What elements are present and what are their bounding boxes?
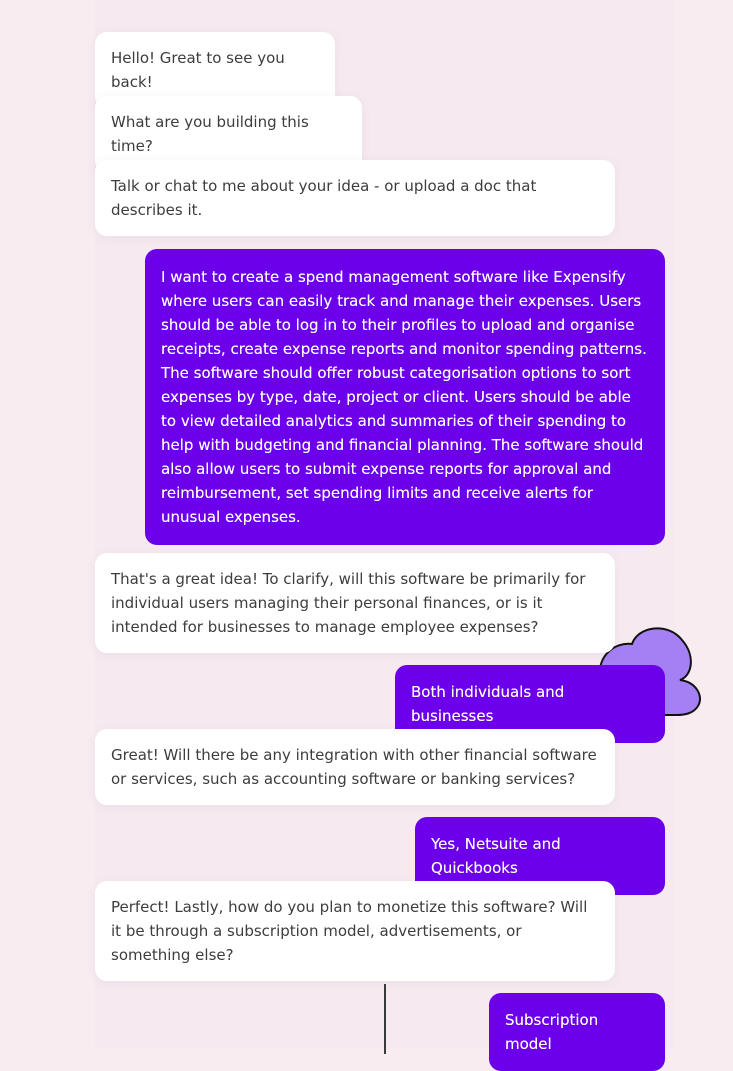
message-text: Hello! Great to see you back! xyxy=(111,49,285,91)
message-text: I want to create a spend management soft… xyxy=(161,268,647,526)
assistant-message-clarify: That's a great idea! To clarify, will th… xyxy=(95,553,615,653)
assistant-message-prompt: Talk or chat to me about your idea - or … xyxy=(95,160,615,236)
assistant-message-integration: Great! Will there be any integration wit… xyxy=(95,729,615,805)
user-message-idea: I want to create a spend management soft… xyxy=(145,249,665,545)
message-text: Perfect! Lastly, how do you plan to mone… xyxy=(111,898,588,964)
user-message-model: Subscription model xyxy=(489,993,665,1071)
connector-line xyxy=(384,984,386,1054)
message-text: Great! Will there be any integration wit… xyxy=(111,746,597,788)
message-text: Both individuals and businesses xyxy=(411,683,565,725)
message-text: Yes, Netsuite and Quickbooks xyxy=(431,835,561,877)
message-text: What are you building this time? xyxy=(111,113,309,155)
message-text: Subscription model xyxy=(505,1011,599,1053)
message-text: Talk or chat to me about your idea - or … xyxy=(111,177,537,219)
message-text: That's a great idea! To clarify, will th… xyxy=(111,570,586,636)
assistant-message-monetize: Perfect! Lastly, how do you plan to mone… xyxy=(95,881,615,981)
